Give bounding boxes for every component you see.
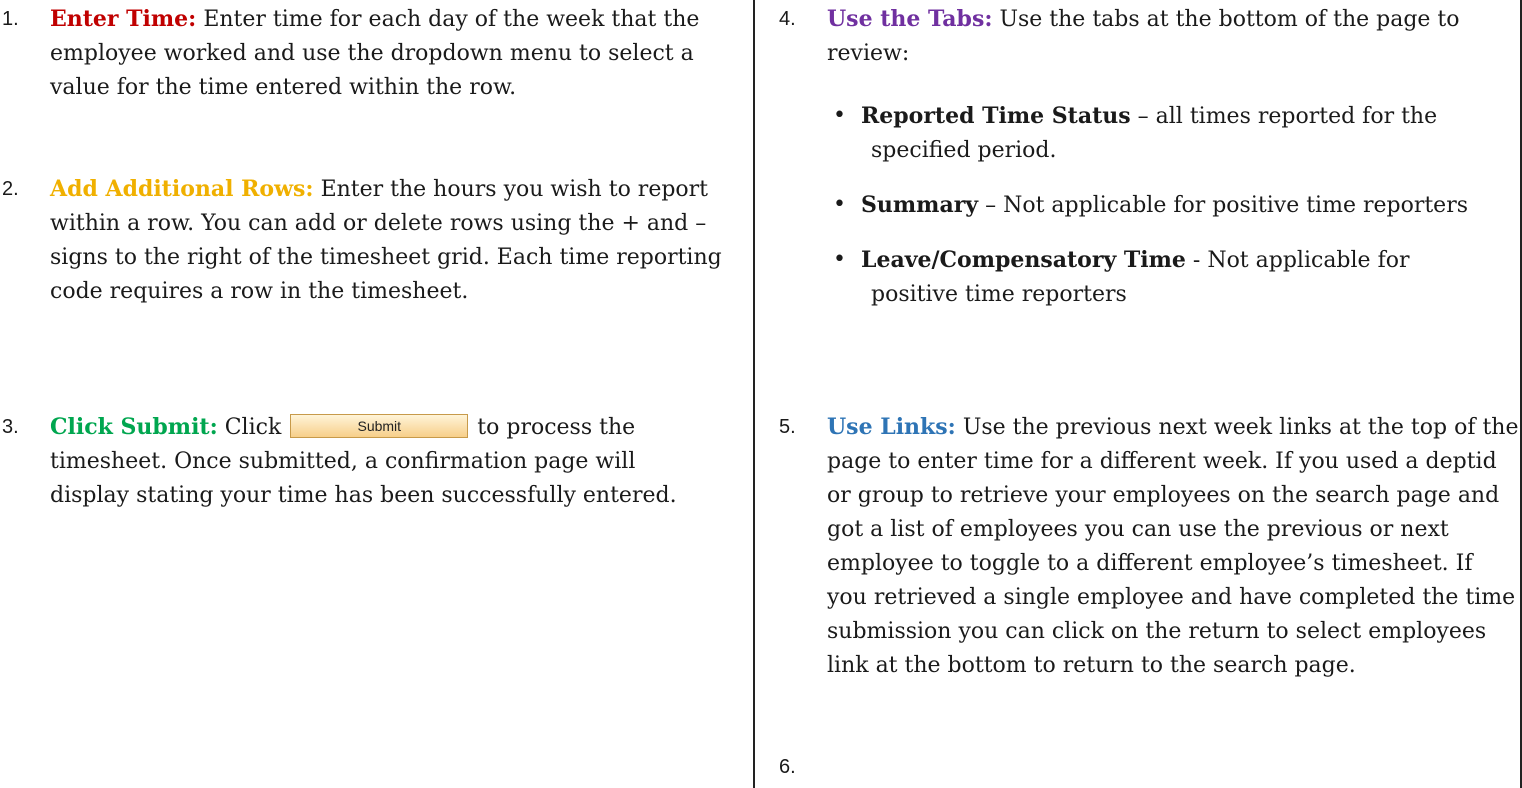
tab-sep: -: [1185, 248, 1208, 273]
tab-sep: –: [978, 193, 1004, 218]
tab-desc: all times reported for the: [1155, 104, 1438, 129]
tabs-list: • Reported Time Status – all times repor…: [833, 99, 1519, 312]
step-text: Use the previous next week links at the …: [827, 415, 1519, 678]
step-add-rows: 2. Add Additional Rows: Enter the hours …: [2, 172, 742, 309]
step-heading-use-links: Use Links:: [827, 414, 956, 440]
bullet-icon: •: [833, 192, 846, 217]
step-number: 6.: [779, 756, 796, 778]
step-click-submit: 3. Click Submit: Click Submit to process…: [2, 410, 742, 513]
step-number: 5.: [779, 416, 796, 438]
list-item: • Leave/Compensatory Time - Not applicab…: [833, 243, 1519, 312]
step-use-tabs: 4. Use the Tabs: Use the tabs at the bot…: [779, 2, 1519, 312]
right-column: 4. Use the Tabs: Use the tabs at the bot…: [753, 0, 1522, 788]
tab-desc-cont: specified period.: [871, 138, 1057, 163]
step-number: 1.: [2, 8, 19, 30]
tab-name: Summary: [861, 192, 979, 218]
tab-desc-cont: positive time reporters: [871, 282, 1127, 307]
tab-sep: –: [1130, 104, 1156, 129]
list-item: • Summary – Not applicable for positive …: [833, 188, 1519, 223]
step-number: 3.: [2, 416, 19, 438]
step-heading-add-rows: Add Additional Rows:: [50, 176, 314, 202]
left-column: 1. Enter Time: Enter time for each day o…: [0, 0, 742, 788]
step-text-before: Click: [224, 415, 282, 440]
step-heading-enter-time: Enter Time:: [50, 6, 197, 32]
list-item: • Reported Time Status – all times repor…: [833, 99, 1519, 168]
step-use-links: 5. Use Links: Use the previous next week…: [779, 410, 1519, 683]
tab-name: Leave/Compensatory Time: [861, 247, 1186, 273]
step-enter-time: 1. Enter Time: Enter time for each day o…: [2, 2, 742, 105]
tab-name: Reported Time Status: [861, 103, 1131, 129]
step-number: 4.: [779, 8, 796, 30]
step-number: 2.: [2, 178, 19, 200]
step-heading-click-submit: Click Submit:: [50, 414, 218, 440]
step-heading-use-tabs: Use the Tabs:: [827, 6, 993, 32]
bullet-icon: •: [833, 247, 846, 272]
bullet-icon: •: [833, 103, 846, 128]
tab-desc: Not applicable for: [1207, 248, 1410, 273]
tab-desc: Not applicable for positive time reporte…: [1003, 193, 1468, 218]
submit-button[interactable]: Submit: [290, 414, 469, 438]
